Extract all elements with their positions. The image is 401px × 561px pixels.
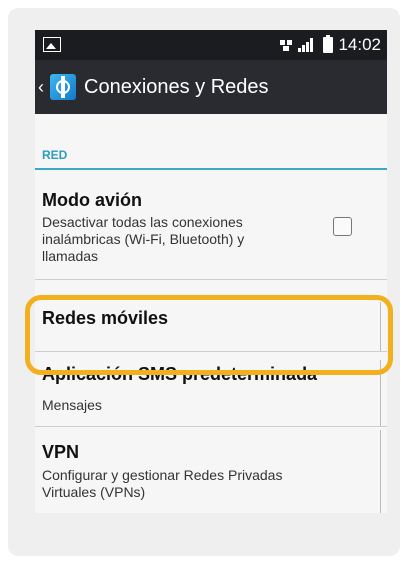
airplane-mode-subtitle-2: inalámbricas (Wi-Fi, Bluetooth) y — [42, 231, 245, 247]
status-bar: 14:02 — [35, 30, 387, 60]
section-header-red: RED — [35, 140, 387, 170]
vpn-title: VPN — [42, 442, 80, 462]
airplane-mode-subtitle-1: Desactivar todas las conexiones — [42, 214, 243, 230]
status-time: 14:02 — [338, 35, 381, 54]
connections-settings-icon[interactable] — [50, 74, 76, 100]
sim-icon — [280, 40, 293, 51]
airplane-mode-checkbox[interactable] — [333, 217, 352, 236]
airplane-mode-subtitle-3: llamadas — [42, 248, 99, 264]
highlight-annotation — [25, 295, 393, 375]
image-notification-icon — [43, 37, 61, 52]
scroll-divider — [380, 430, 381, 513]
section-label: RED — [42, 148, 68, 162]
signal-icon — [298, 38, 318, 52]
page-title: Conexiones y Redes — [84, 75, 269, 98]
back-chevron-icon[interactable]: ‹ — [38, 77, 48, 98]
status-icons: 14:02 — [279, 35, 381, 55]
vpn-subtitle-1: Configurar y gestionar Redes Privadas — [42, 467, 283, 483]
app-bar: ‹ Conexiones y Redes — [35, 60, 387, 114]
battery-icon — [323, 35, 334, 53]
default-sms-app-subtitle: Mensajes — [42, 397, 102, 413]
phone-screen: 14:02 ‹ Conexiones y Redes RED Modo avió… — [35, 30, 387, 513]
airplane-mode-title: Modo avión — [42, 190, 142, 210]
list-item-vpn[interactable]: VPN Configurar y gestionar Redes Privada… — [35, 427, 387, 513]
vpn-subtitle-2: Virtuales (VPNs) — [42, 484, 146, 500]
